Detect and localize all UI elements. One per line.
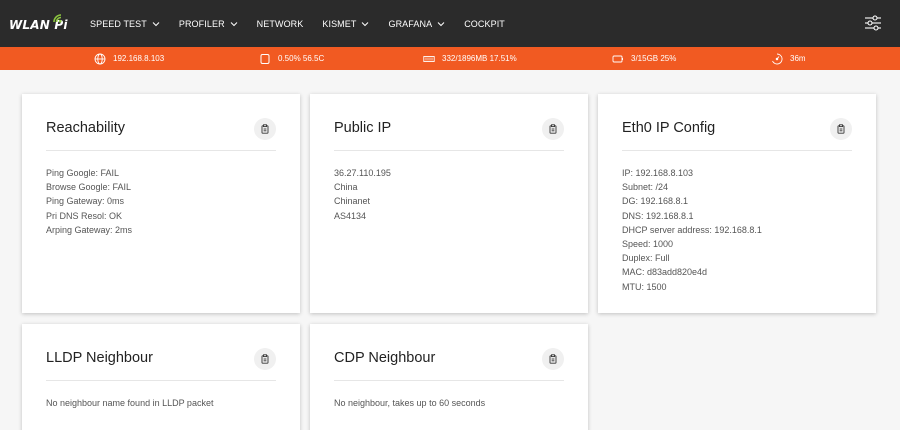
- lldp-line: No neighbour name found in LLDP packet: [46, 398, 214, 408]
- disk-icon: [612, 55, 623, 62]
- chevron-down-icon: [230, 21, 238, 26]
- nav-item-label: GRAFANA: [388, 18, 433, 29]
- uptime-icon: [772, 53, 783, 64]
- chevron-down-icon: [437, 21, 445, 26]
- eth0-line: Duplex: Full: [622, 253, 670, 264]
- card-lines: No neighbour name found in LLDP packet: [46, 396, 213, 410]
- nav-item-grafana[interactable]: GRAFANA: [388, 19, 445, 29]
- nav-item-speed-test[interactable]: SPEED TEST: [90, 19, 160, 29]
- nav-item-label: PROFILER: [178, 18, 225, 29]
- eth0-line: MAC: d83add820e4d: [622, 267, 708, 278]
- reachability-line: Pri DNS Resol: OK: [46, 210, 123, 221]
- status-memory: 332/1896MB 17.51%: [423, 47, 517, 70]
- copy-button[interactable]: [254, 118, 276, 140]
- public-ip-line: AS4134: [334, 210, 367, 221]
- status-cpu: 0.50% 56.5C: [259, 47, 324, 70]
- nav-item-label: NETWORK: [256, 18, 304, 29]
- cpu-value: 0.50% 56.5C: [278, 54, 325, 63]
- card-lines: IP: 192.168.8.103 Subnet: /24 DG: 192.16…: [622, 166, 762, 294]
- nav-item-label: KISMET: [322, 18, 357, 29]
- card-lines: Ping Google: FAIL Browse Google: FAIL Pi…: [46, 166, 132, 237]
- reachability-line: Ping Google: FAIL: [46, 168, 120, 178]
- card-public-ip: Public IP 36.27.110.195 China Chinanet A…: [310, 94, 588, 313]
- clipboard-icon: [837, 124, 845, 134]
- memory-value: 332/1896MB 17.51%: [442, 54, 517, 63]
- cdp-line: No neighbour, takes up to 60 seconds: [334, 398, 486, 408]
- card-eth0-config: Eth0 IP Config IP: 192.168.8.103 Subnet:…: [598, 94, 876, 313]
- copy-button[interactable]: [542, 348, 564, 370]
- card-reachability: Reachability Ping Google: FAIL Browse Go…: [22, 94, 300, 313]
- card-divider: [46, 380, 276, 381]
- card-title: Eth0 IP Config: [622, 120, 716, 136]
- eth0-line: DHCP server address: 192.168.8.1: [622, 224, 762, 235]
- globe-icon: [94, 53, 106, 64]
- chevron-down-icon: [152, 21, 160, 26]
- status-disk: 3/15GB 25%: [612, 47, 676, 70]
- public-ip-line: China: [334, 182, 358, 193]
- card-lines: 36.27.110.195 China Chinanet AS4134: [334, 166, 391, 223]
- eth0-line: DG: 192.168.8.1: [622, 196, 689, 207]
- card-title: Reachability: [46, 120, 125, 136]
- clipboard-icon: [261, 354, 269, 364]
- cpu-icon: [260, 53, 270, 64]
- eth0-line: DNS: 192.168.8.1: [622, 210, 694, 221]
- wifi-logo-icon: [53, 14, 62, 23]
- top-navbar: WLAN Pi SPEED TEST PROFILER NETWORK KISM…: [0, 0, 900, 47]
- card-divider: [622, 150, 852, 151]
- card-cdp-neighbour: CDP Neighbour No neighbour, takes up to …: [310, 324, 588, 430]
- sliders-icon: [865, 15, 881, 31]
- eth0-line: Subnet: /24: [622, 182, 669, 193]
- memory-icon: [423, 55, 435, 62]
- eth0-line: MTU: 1500: [622, 281, 667, 292]
- card-divider: [334, 380, 564, 381]
- nav-item-network[interactable]: NETWORK: [257, 19, 304, 29]
- uptime-value: 36m: [790, 54, 806, 63]
- wlanpi-logo[interactable]: WLAN Pi: [9, 12, 69, 36]
- nav-item-label: SPEED TEST: [90, 18, 147, 29]
- public-ip-line: Chinanet: [334, 196, 371, 207]
- clipboard-icon: [261, 124, 269, 134]
- card-divider: [46, 150, 276, 151]
- ip-value: 192.168.8.103: [113, 54, 165, 63]
- reachability-line: Ping Gateway: 0ms: [46, 196, 125, 207]
- status-bar: 192.168.8.103 0.50% 56.5C 332/1896MB 17.…: [0, 47, 900, 70]
- card-title: Public IP: [334, 120, 392, 136]
- card-divider: [334, 150, 564, 151]
- copy-button[interactable]: [830, 118, 852, 140]
- eth0-line: IP: 192.168.8.103: [622, 168, 694, 178]
- nav-item-kismet[interactable]: KISMET: [322, 19, 369, 29]
- status-ip: 192.168.8.103: [94, 47, 164, 70]
- nav-item-label: COCKPIT: [464, 18, 505, 29]
- chevron-down-icon: [362, 21, 369, 26]
- public-ip-line: 36.27.110.195: [334, 168, 391, 178]
- card-lldp-neighbour: LLDP Neighbour No neighbour name found i…: [22, 324, 300, 430]
- copy-button[interactable]: [542, 118, 564, 140]
- clipboard-icon: [549, 354, 557, 364]
- settings-button[interactable]: [864, 14, 882, 32]
- card-lines: No neighbour, takes up to 60 seconds: [334, 396, 485, 410]
- card-title: LLDP Neighbour: [46, 350, 153, 366]
- reachability-line: Browse Google: FAIL: [46, 182, 132, 193]
- nav-item-profiler[interactable]: PROFILER: [179, 19, 238, 29]
- status-uptime: 36m: [771, 47, 806, 70]
- nav-item-cockpit[interactable]: COCKPIT: [464, 19, 505, 29]
- main-nav: SPEED TEST PROFILER NETWORK KISMET GRAFA…: [90, 0, 524, 47]
- eth0-line: Speed: 1000: [622, 239, 674, 250]
- copy-button[interactable]: [254, 348, 276, 370]
- clipboard-icon: [549, 124, 557, 134]
- reachability-line: Arping Gateway: 2ms: [46, 224, 133, 235]
- disk-value: 3/15GB 25%: [631, 54, 677, 63]
- card-title: CDP Neighbour: [334, 350, 436, 366]
